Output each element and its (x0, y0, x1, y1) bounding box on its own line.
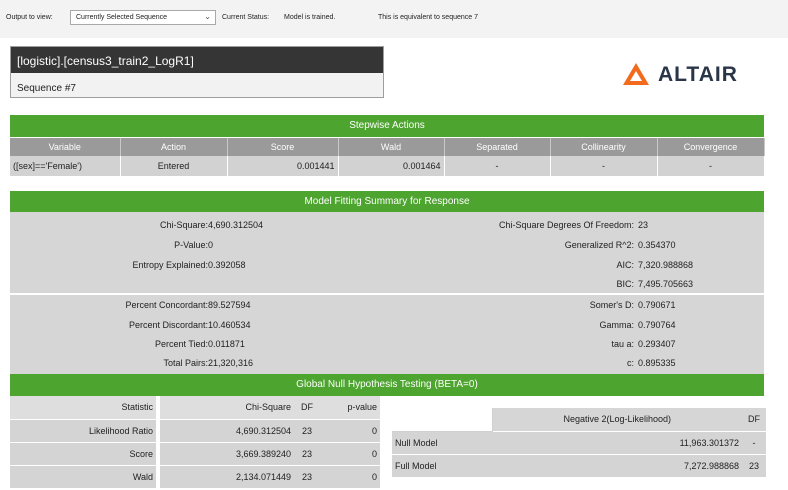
c-label: c: (626, 358, 634, 368)
column-header-chi-square: Chi-Square (160, 396, 294, 420)
cell-action: Entered (120, 156, 228, 176)
table-row: Likelihood Ratio 4,690.312504 23 0 (10, 419, 380, 443)
cell-chi-square: 2,134.071449 (160, 465, 294, 489)
current-status-value: Model is trained. (284, 14, 336, 21)
current-status-label: Current Status: (222, 14, 270, 21)
cell-df: 23 (294, 442, 320, 466)
cell-statistic: Wald (10, 465, 156, 489)
cell-neg2-log-likelihood: 7,272.988868 (492, 454, 742, 478)
cell-statistic: Score (10, 442, 156, 466)
gamma-label: Gamma: (599, 320, 634, 330)
tau-a-stat: tau a: 0.293407 (10, 339, 764, 353)
toolbar: Output to view: Currently Selected Seque… (0, 0, 788, 38)
cell-df: 23 (742, 454, 766, 478)
aic-label: AIC: (616, 260, 634, 270)
cell-p-value: 0 (320, 419, 380, 443)
generalized-r2-stat: Generalized R^2: 0.354370 (10, 240, 764, 254)
cell-separated: - (444, 156, 551, 176)
column-header-action: Action (120, 138, 228, 156)
table-row: Full Model 7,272.988868 23 (392, 454, 766, 478)
tau-a-value: 0.293407 (638, 339, 676, 349)
gamma-value: 0.790764 (638, 320, 676, 330)
cell-statistic: Likelihood Ratio (10, 419, 156, 443)
somers-d-label: Somer's D: (589, 300, 634, 310)
column-header-score: Score (227, 138, 339, 156)
cell-score: 0.001441 (227, 156, 339, 176)
table-header-row: Variable Action Score Wald Separated Col… (10, 138, 765, 156)
cell-model: Null Model (392, 431, 492, 455)
cell-model: Full Model (392, 454, 492, 478)
table-row: Null Model 11,963.301372 - (392, 431, 766, 455)
output-to-view-select[interactable]: Currently Selected Sequence ⌄ (70, 10, 216, 25)
model-fitting-summary-title: Model Fitting Summary for Response (10, 191, 764, 213)
cell-variable: ([sex]=='Female') (10, 156, 121, 176)
summary-divider (10, 293, 764, 295)
cell-df: - (742, 431, 766, 455)
somers-d-stat: Somer's D: 0.790671 (10, 300, 764, 314)
altair-triangle-icon (623, 63, 649, 85)
bic-stat: BIC: 7,495.705663 (10, 279, 764, 293)
aic-stat: AIC: 7,320.988868 (10, 260, 764, 274)
chi-square-df-value: 23 (638, 220, 649, 230)
table-row: Score 3,669.389240 23 0 (10, 442, 380, 466)
column-header-statistic: Statistic (10, 396, 156, 420)
cell-chi-square: 3,669.389240 (160, 442, 294, 466)
cell-convergence: - (657, 156, 765, 176)
c-stat: c: 0.895335 (10, 358, 764, 372)
model-header-panel: [logistic].[census3_train2_LogR1] Sequen… (10, 46, 384, 98)
tau-a-label: tau a: (611, 339, 634, 349)
column-header-collinearity: Collinearity (550, 138, 658, 156)
bic-label: BIC: (616, 279, 634, 289)
output-to-view-value: Currently Selected Sequence (76, 14, 168, 21)
log-likelihood-table: Negative 2(Log-Likelihood) DF Null Model… (392, 408, 766, 478)
cell-p-value: 0 (320, 442, 380, 466)
column-header-convergence: Convergence (657, 138, 765, 156)
column-header-df: DF (294, 396, 320, 420)
table-header-row: Statistic Chi-Square DF p-value (10, 396, 380, 420)
cell-df: 23 (294, 419, 320, 443)
model-title: [logistic].[census3_train2_LogR1] (11, 47, 383, 73)
column-header-p-value: p-value (320, 396, 380, 420)
altair-logo-text: ALTAIR (658, 63, 738, 86)
sequence-label: Sequence #7 (17, 83, 76, 94)
c-value: 0.895335 (638, 358, 676, 368)
table-row: Wald 2,134.071449 23 0 (10, 465, 380, 489)
cell-neg2-log-likelihood: 11,963.301372 (492, 431, 742, 455)
global-null-statistics-table: Statistic Chi-Square DF p-value Likeliho… (10, 396, 380, 489)
column-header-df: DF (742, 408, 766, 432)
chi-square-df-stat: Chi-Square Degrees Of Freedom: 23 (10, 220, 764, 234)
cell-wald: 0.001464 (338, 156, 445, 176)
generalized-r2-value: 0.354370 (638, 240, 676, 250)
gamma-stat: Gamma: 0.790764 (10, 320, 764, 334)
column-header-neg2-log-likelihood: Negative 2(Log-Likelihood) (492, 408, 742, 432)
column-header-wald: Wald (338, 138, 445, 156)
chi-square-df-label: Chi-Square Degrees Of Freedom: (498, 220, 634, 230)
output-to-view-label: Output to view: (6, 14, 53, 21)
table-header-row: Negative 2(Log-Likelihood) DF (392, 408, 766, 432)
cell-collinearity: - (550, 156, 658, 176)
chevron-down-icon: ⌄ (204, 12, 211, 21)
altair-logo: ALTAIR (622, 60, 762, 90)
model-fitting-summary-panel: Chi-Square: 4,690.312504 P-Value: 0 Entr… (10, 212, 764, 374)
bic-value: 7,495.705663 (638, 279, 694, 289)
generalized-r2-label: Generalized R^2: (564, 240, 634, 250)
aic-value: 7,320.988868 (638, 260, 694, 270)
stepwise-actions-title: Stepwise Actions (10, 115, 764, 137)
column-header-variable: Variable (10, 138, 121, 156)
column-header-separated: Separated (444, 138, 551, 156)
cell-chi-square: 4,690.312504 (160, 419, 294, 443)
equivalent-sequence-text: This is equivalent to sequence 7 (378, 14, 479, 21)
cell-df: 23 (294, 465, 320, 489)
table-row: ([sex]=='Female') Entered 0.001441 0.001… (10, 156, 765, 176)
stepwise-actions-table: Variable Action Score Wald Separated Col… (10, 138, 765, 176)
global-null-hypothesis-title: Global Null Hypothesis Testing (BETA=0) (10, 374, 764, 396)
cell-p-value: 0 (320, 465, 380, 489)
somers-d-value: 0.790671 (638, 300, 676, 310)
